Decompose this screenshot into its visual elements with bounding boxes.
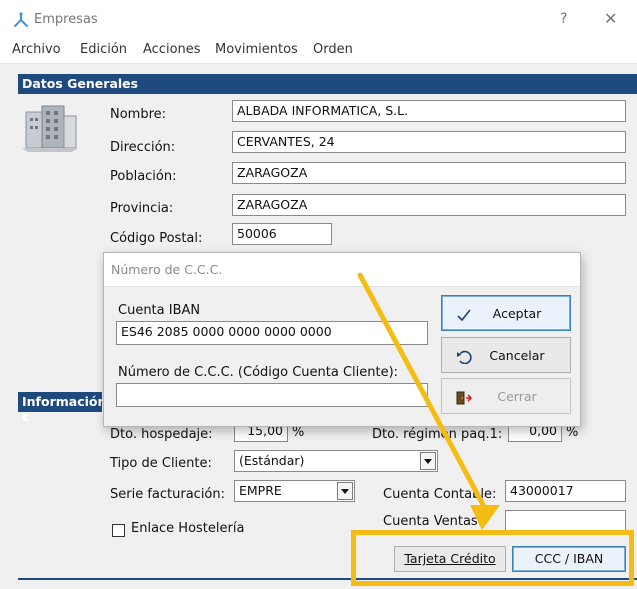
- datos-generales-header: Datos Generales: [18, 74, 637, 94]
- checkmark-icon: [457, 309, 471, 322]
- dialog-title-bar: Número de C.C.C.: [104, 253, 580, 287]
- menu-archivo[interactable]: Archivo: [12, 42, 61, 57]
- menu-acciones[interactable]: Acciones: [143, 42, 201, 57]
- codigo-postal-label: Código Postal:: [110, 231, 203, 246]
- exit-door-icon: [456, 391, 472, 405]
- ccc-dialog: Número de C.C.C. Cuenta IBAN ES46 2085 0…: [103, 252, 581, 427]
- direccion-field[interactable]: CERVANTES, 24: [232, 131, 626, 153]
- nombre-field[interactable]: ALBADA INFORMATICA, S.L.: [232, 100, 626, 122]
- building-icon: [22, 105, 78, 152]
- cerrar-button[interactable]: Cerrar: [441, 378, 571, 414]
- aceptar-button[interactable]: Aceptar: [441, 295, 571, 331]
- annotation-highlight-box: [351, 530, 634, 586]
- help-button[interactable]: ?: [560, 11, 567, 27]
- app-icon: [14, 12, 28, 27]
- dto-regimen-label: Dto. régimen paq.1:: [372, 427, 503, 442]
- dto-hospedaje-label: Dto. hospedaje:: [110, 427, 213, 442]
- title-bar: Empresas ? ✕: [0, 0, 637, 40]
- iban-label: Cuenta IBAN: [118, 303, 201, 318]
- undo-icon: [457, 350, 472, 364]
- provincia-field[interactable]: ZARAGOZA: [232, 194, 626, 216]
- serie-facturacion-label: Serie facturación:: [110, 487, 226, 502]
- serie-facturacion-select[interactable]: EMPRE: [234, 480, 355, 502]
- cuenta-ventas-label: Cuenta Ventas:: [383, 514, 483, 529]
- chevron-down-icon[interactable]: [337, 482, 353, 500]
- dialog-title: Número de C.C.C.: [111, 262, 223, 277]
- menu-separator: [0, 63, 637, 64]
- cerrar-label: Cerrar: [497, 389, 537, 404]
- tipo-cliente-value: (Estándar): [239, 453, 305, 468]
- dto-regimen-percent: %: [566, 425, 579, 440]
- provincia-label: Provincia:: [110, 201, 174, 216]
- cuenta-ventas-field[interactable]: [505, 510, 626, 532]
- dto-hospedaje-percent: %: [292, 425, 305, 440]
- menu-orden[interactable]: Orden: [313, 42, 353, 57]
- ccc-field[interactable]: [116, 383, 428, 407]
- menu-movimientos[interactable]: Movimientos: [215, 42, 298, 57]
- aceptar-label: Aceptar: [492, 306, 542, 321]
- informacion-header: Información c: [18, 392, 106, 424]
- serie-facturacion-value: EMPRE: [239, 483, 282, 498]
- nombre-label: Nombre:: [110, 107, 167, 122]
- direccion-label: Dirección:: [110, 140, 176, 155]
- ccc-label: Número de C.C.C. (Código Cuenta Cliente)…: [118, 365, 399, 380]
- menu-edicion[interactable]: Edición: [80, 42, 127, 57]
- enlace-hosteleria-label: Enlace Hostelería: [131, 521, 245, 536]
- enlace-hosteleria-checkbox[interactable]: [112, 524, 125, 537]
- cancelar-label: Cancelar: [489, 348, 545, 363]
- window-title: Empresas: [34, 12, 98, 27]
- poblacion-field[interactable]: ZARAGOZA: [232, 162, 626, 184]
- tipo-cliente-label: Tipo de Cliente:: [110, 456, 212, 471]
- close-window-button[interactable]: ✕: [604, 9, 617, 28]
- cuenta-contable-field[interactable]: 43000017: [505, 480, 626, 502]
- iban-field[interactable]: ES46 2085 0000 0000 0000 0000: [116, 321, 428, 345]
- cuenta-contable-label: Cuenta Contable:: [383, 487, 497, 502]
- chevron-down-icon[interactable]: [420, 452, 436, 470]
- codigo-postal-field[interactable]: 50006: [232, 223, 332, 245]
- cancelar-button[interactable]: Cancelar: [441, 337, 571, 373]
- tipo-cliente-select[interactable]: (Estándar): [234, 450, 438, 472]
- menu-bar: Archivo Edición Acciones Movimientos Ord…: [0, 40, 637, 64]
- poblacion-label: Población:: [110, 169, 177, 184]
